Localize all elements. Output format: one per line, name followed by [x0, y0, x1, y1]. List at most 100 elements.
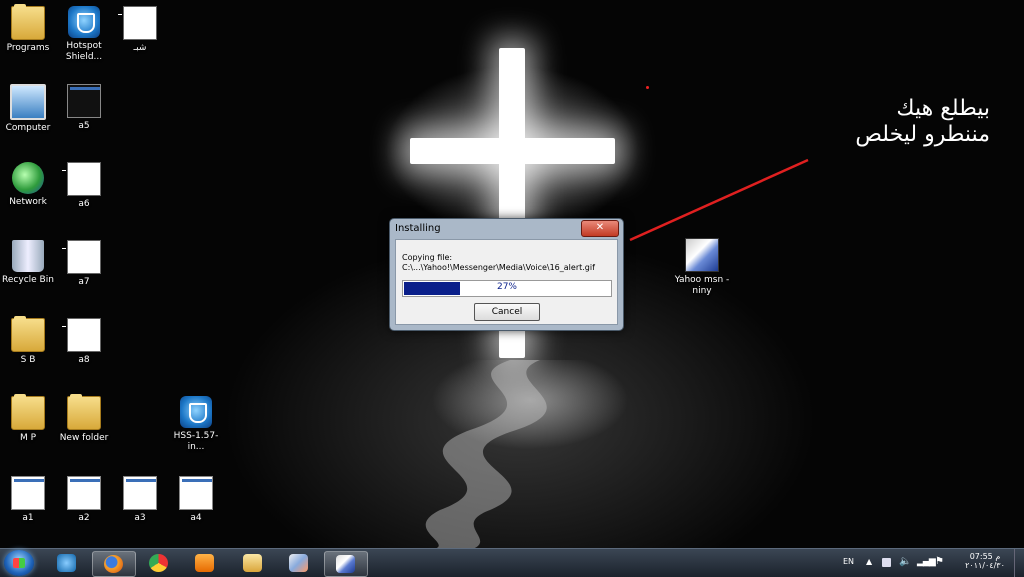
dialog-title: Installing	[395, 223, 441, 234]
desktop-icon-shortcut-arabic[interactable]: شبـ	[112, 6, 168, 54]
taskbar-button-explorer[interactable]	[232, 551, 274, 575]
desktop-icon-yahoo-msn[interactable]: Yahoo msn - niny	[672, 238, 732, 297]
action-center-flag-icon[interactable]: ⚑	[935, 556, 944, 567]
icon-label: Network	[9, 197, 47, 207]
icon-label: New folder	[59, 433, 109, 443]
icon-label: Computer	[5, 123, 51, 133]
recycle-bin-icon	[12, 240, 44, 272]
device-icon[interactable]	[882, 558, 891, 567]
wallpaper-river	[425, 360, 547, 548]
desktop-icon-a1[interactable]: a1	[0, 476, 56, 524]
progress-percent: 27%	[496, 282, 517, 292]
taskbar-button-firefox[interactable]	[92, 551, 136, 577]
icon-label: Programs	[6, 43, 50, 53]
taskbar-button-media-player[interactable]	[184, 551, 226, 575]
network-signal-icon[interactable]: ▂▄▆	[917, 557, 936, 567]
window-thumbnail-icon	[118, 6, 157, 40]
icon-label: a8	[78, 355, 90, 365]
icon-label: a1	[22, 513, 34, 523]
file-explorer-icon	[243, 554, 262, 572]
folder-icon	[67, 394, 101, 430]
taskbar-button-image-viewer[interactable]	[278, 551, 320, 575]
installer-icon	[685, 238, 719, 272]
desktop-icon-computer[interactable]: Computer	[0, 84, 56, 134]
desktop-icon-a3[interactable]: a3	[112, 476, 168, 524]
desktop-icon-sb[interactable]: S B	[0, 316, 56, 366]
volume-icon[interactable]: 🔈	[899, 556, 911, 567]
icon-label: a2	[78, 513, 90, 523]
language-indicator[interactable]: EN	[843, 557, 854, 566]
desktop-icon-recycle-bin[interactable]: Recycle Bin	[0, 240, 56, 286]
show-desktop-button[interactable]	[1014, 549, 1024, 577]
taskbar-button-installer[interactable]	[324, 551, 368, 577]
screenshot-thumbnail-icon	[123, 476, 157, 510]
image-viewer-icon	[289, 554, 308, 572]
clock-date: ٢٠١١/٠٤/٣٠	[965, 561, 1005, 570]
icon-label: a5	[78, 121, 90, 131]
media-player-icon	[195, 554, 214, 572]
installer-icon	[336, 555, 355, 573]
desktop-icon-programs[interactable]: Programs	[0, 4, 56, 54]
network-icon	[12, 162, 44, 194]
taskbar-button-ie[interactable]	[46, 551, 88, 575]
desktop-icon-a7[interactable]: a7	[56, 240, 112, 288]
internet-explorer-icon	[57, 554, 76, 572]
hotspot-shield-icon	[68, 6, 100, 38]
desktop-icon-a4[interactable]: a4	[168, 476, 224, 524]
cross-wallpaper-bar	[410, 138, 615, 164]
progress-bar: 27%	[402, 280, 612, 297]
firefox-icon	[104, 555, 123, 573]
taskbar-button-chrome[interactable]	[138, 551, 180, 575]
clock-time: 07:55 م	[969, 552, 1001, 561]
desktop-icon-hss-installer[interactable]: HSS-1.57-in...	[168, 396, 224, 453]
screenshot-thumbnail-icon	[67, 476, 101, 510]
taskbar: EN ▲ 🔈 ▂▄▆ ⚑ 07:55 م ٢٠١١/٠٤/٣٠	[0, 548, 1024, 577]
desktop-icon-a6[interactable]: a6	[56, 162, 112, 210]
annotation-line-1: بيطلع هيك	[896, 96, 990, 121]
close-button[interactable]: ✕	[581, 220, 619, 237]
red-dot	[646, 86, 649, 89]
icon-label: a4	[190, 513, 202, 523]
icon-label: Yahoo msn - niny	[674, 275, 730, 296]
desktop-icon-mp[interactable]: M P	[0, 394, 56, 444]
screenshot-thumbnail-icon	[179, 476, 213, 510]
icon-label: a3	[134, 513, 146, 523]
icon-label: S B	[20, 355, 36, 365]
folder-icon	[11, 4, 45, 40]
show-hidden-icons-icon[interactable]: ▲	[866, 557, 872, 566]
window-thumbnail-icon	[62, 162, 101, 196]
clock[interactable]: 07:55 م ٢٠١١/٠٤/٣٠	[960, 552, 1010, 570]
desktop-icon-a8[interactable]: a8	[56, 318, 112, 366]
icon-label: M P	[19, 433, 37, 443]
cancel-button[interactable]: Cancel	[474, 303, 540, 321]
screenshot-thumbnail-icon	[11, 476, 45, 510]
installing-dialog: Installing ✕ Copying file: C:\...\Yahoo!…	[389, 218, 624, 331]
annotation-text: بيطلع هيك مننطرو ليخلص	[800, 96, 990, 148]
start-button[interactable]	[4, 550, 34, 576]
computer-icon	[10, 84, 46, 120]
annotation-arrow-line	[629, 158, 809, 242]
icon-label: Hotspot Shield...	[65, 41, 103, 62]
desktop-icon-a2[interactable]: a2	[56, 476, 112, 524]
icon-label: a7	[78, 277, 90, 287]
folder-icon	[11, 316, 45, 352]
folder-icon	[11, 394, 45, 430]
annotation-line-2: مننطرو ليخلص	[855, 122, 990, 147]
desktop-icon-network[interactable]: Network	[0, 162, 56, 208]
desktop-icon-hotspot-shield[interactable]: Hotspot Shield...	[56, 6, 112, 63]
icon-label: HSS-1.57-in...	[173, 431, 219, 452]
close-icon: ✕	[595, 222, 605, 233]
icon-label: شبـ	[133, 43, 147, 53]
cross-thumbnail-icon	[67, 84, 101, 118]
window-thumbnail-icon	[62, 240, 101, 274]
desktop-icon-a5[interactable]: a5	[56, 84, 112, 132]
icon-label: Recycle Bin	[2, 275, 54, 285]
copying-file-path: C:\...\Yahoo!\Messenger\Media\Voice\16_a…	[402, 263, 595, 272]
desktop: بيطلع هيك مننطرو ليخلص Programs Computer…	[0, 0, 1024, 548]
icon-label: a6	[78, 199, 90, 209]
hotspot-shield-icon	[180, 396, 212, 428]
chrome-icon	[149, 554, 168, 572]
window-thumbnail-icon	[62, 318, 101, 352]
desktop-icon-new-folder[interactable]: New folder	[56, 394, 112, 444]
copying-label: Copying file:	[402, 253, 453, 262]
